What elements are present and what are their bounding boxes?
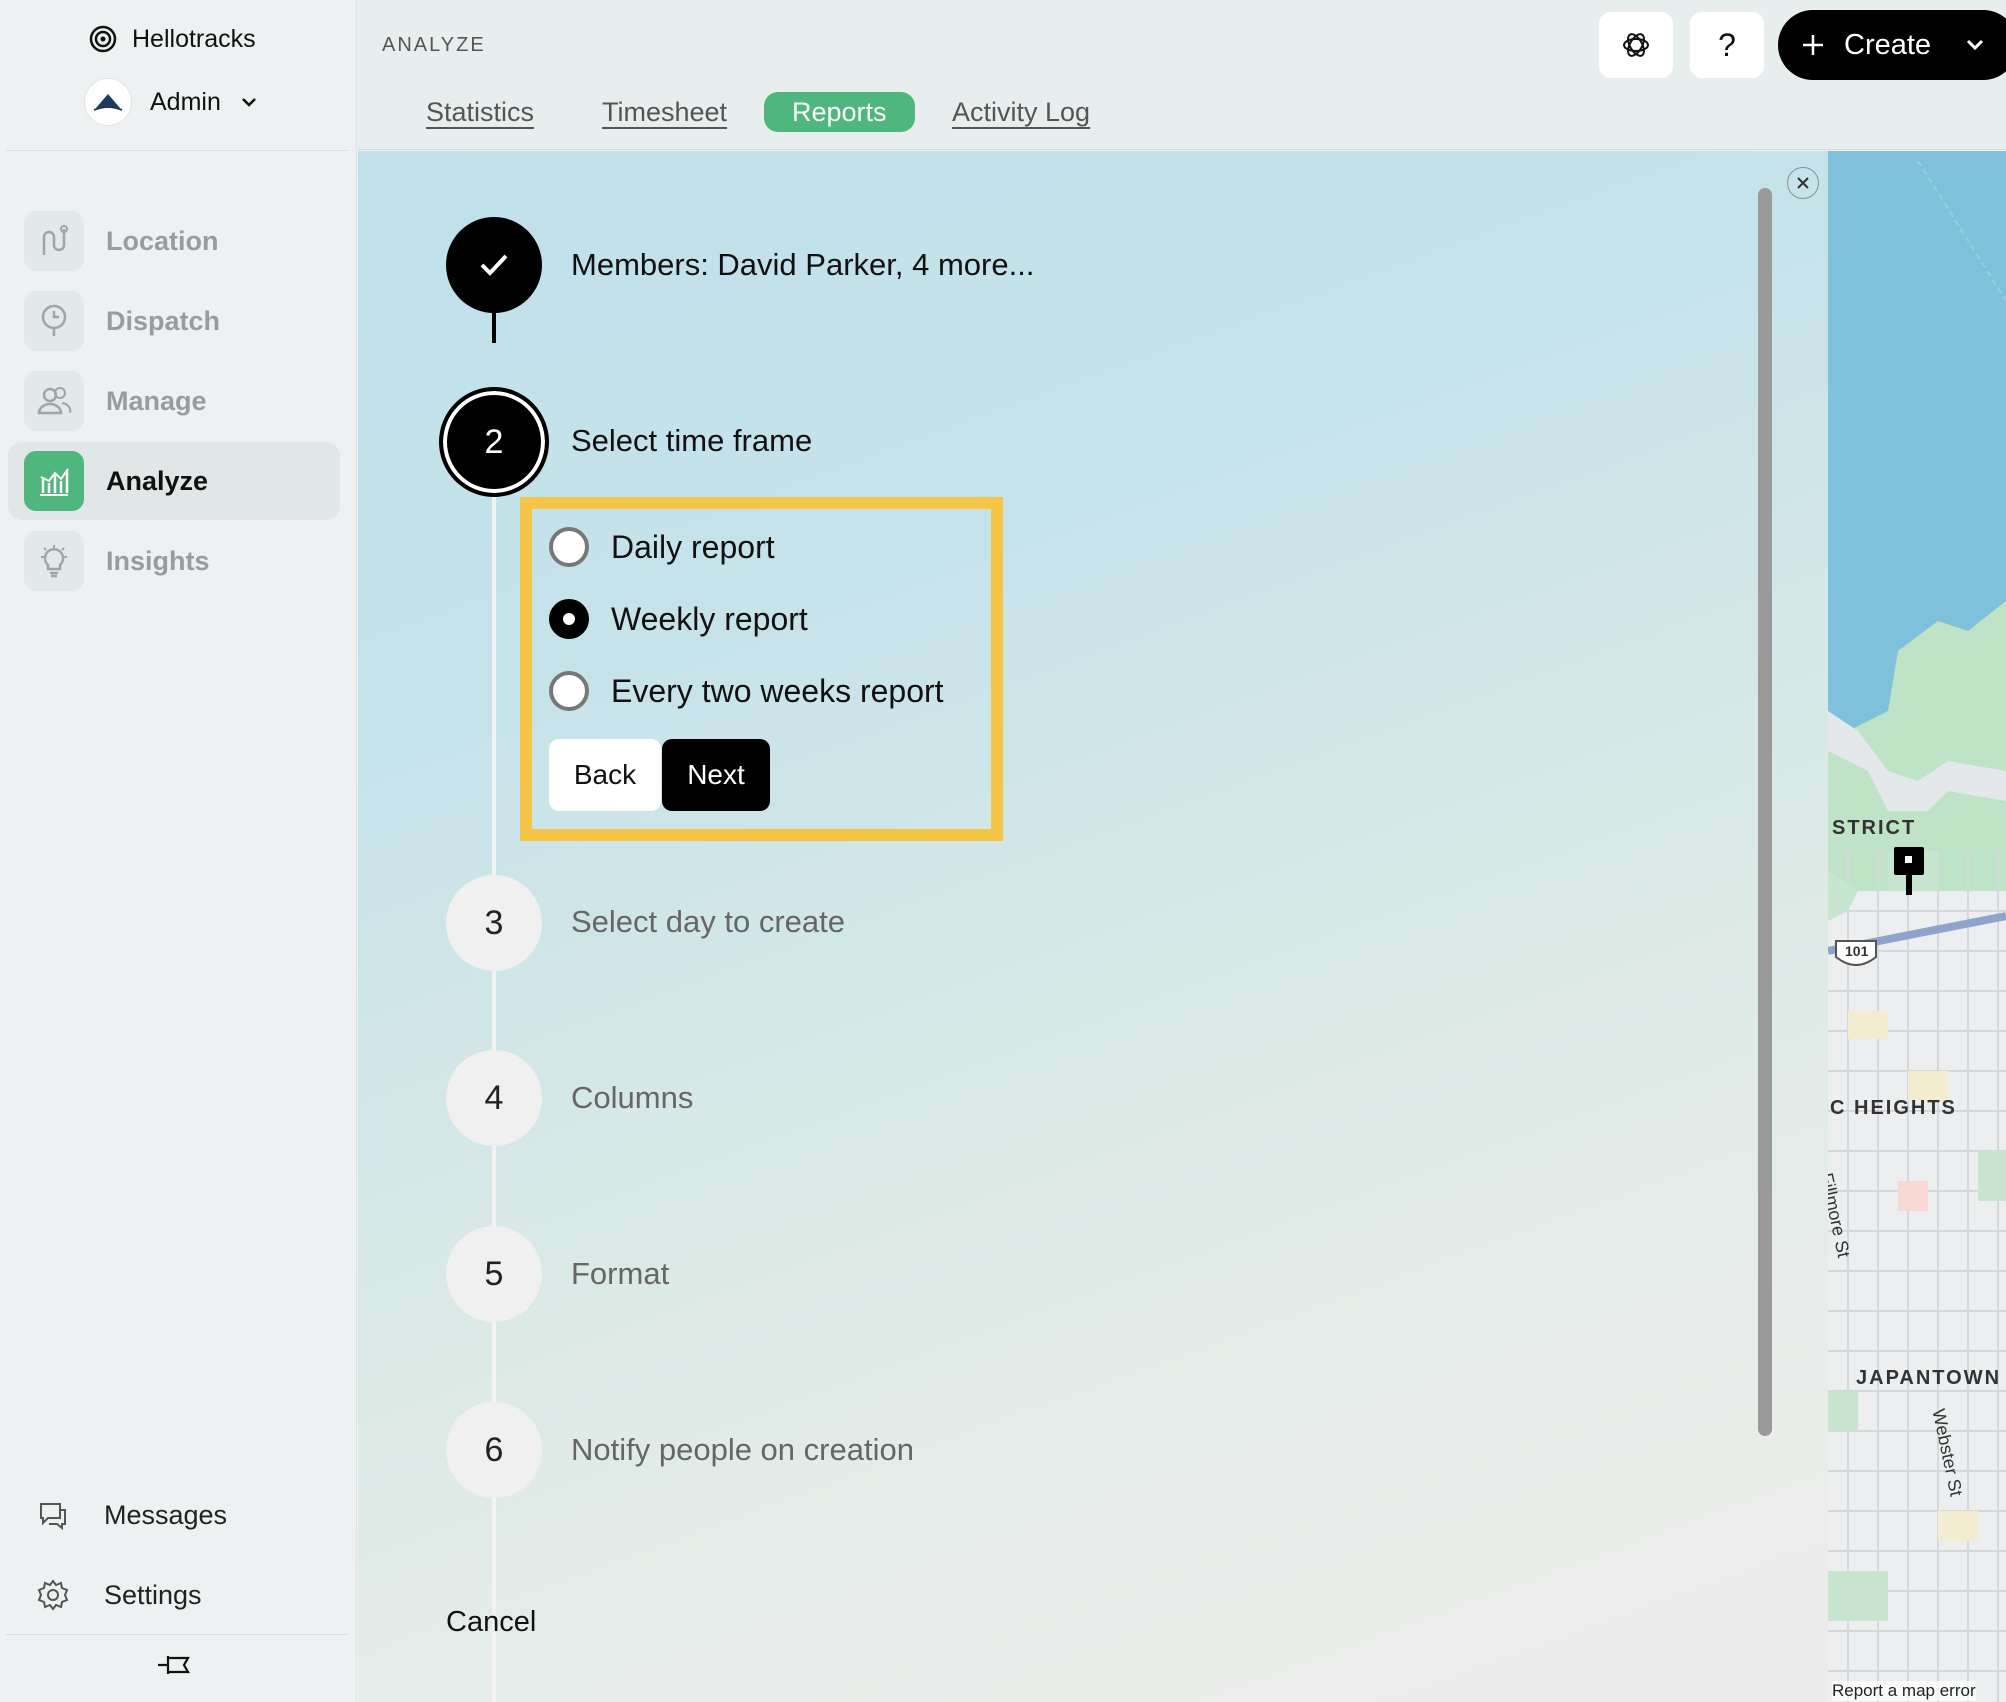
chevron-down-icon[interactable] <box>1963 33 1987 57</box>
step-6-title: Notify people on creation <box>571 1432 914 1467</box>
step-3-badge: 3 <box>446 875 542 971</box>
radio-biweekly[interactable] <box>549 671 589 711</box>
help-label: ? <box>1718 26 1736 63</box>
step-4-badge: 4 <box>446 1050 542 1146</box>
messages-label: Messages <box>104 1499 228 1530</box>
hellotracks-logo-icon <box>89 25 117 53</box>
close-icon <box>1797 177 1809 189</box>
avatar <box>84 78 132 126</box>
next-button[interactable]: Next <box>662 739 770 811</box>
map-view[interactable]: STRICT C HEIGHTS Fillmore St JAPANTOWN W… <box>1828 151 2006 1702</box>
sidebar: Hellotracks Admin Location Dispatch Mana… <box>0 0 357 1702</box>
divider <box>6 150 348 151</box>
back-button[interactable]: Back <box>549 739 661 811</box>
step-2-badge: 2 <box>439 387 549 497</box>
gear-icon <box>37 1579 69 1611</box>
map-label: STRICT <box>1832 817 1917 839</box>
settings-link[interactable]: Settings <box>36 1573 202 1617</box>
option-label: Daily report <box>611 528 775 565</box>
bayview-logo-icon <box>93 94 123 111</box>
ai-assistant-button[interactable] <box>1599 12 1673 78</box>
option-daily-report[interactable]: Daily report <box>549 525 775 569</box>
radio-daily[interactable] <box>549 527 589 567</box>
ai-knot-icon <box>1623 33 1649 57</box>
users-icon <box>24 371 84 431</box>
tab-timesheet[interactable]: Timesheet <box>602 92 727 132</box>
nav-item-location[interactable]: Location <box>8 202 340 280</box>
step-2-title: Select time frame <box>571 423 813 458</box>
nav-item-analyze[interactable]: Analyze <box>8 442 340 520</box>
plus-icon <box>1803 35 1823 55</box>
route-icon <box>24 211 84 271</box>
chat-icon <box>40 1503 66 1531</box>
dispatch-icon <box>24 291 84 351</box>
create-button[interactable]: Create <box>1778 10 2006 80</box>
chevron-down-icon <box>241 98 256 107</box>
account-switcher[interactable]: Admin <box>84 76 259 128</box>
nav-item-manage[interactable]: Manage <box>8 362 340 440</box>
cancel-button[interactable]: Cancel <box>446 1606 536 1639</box>
close-panel-button[interactable] <box>1787 167 1819 199</box>
nav-label: Insights <box>106 545 210 576</box>
option-label: Weekly report <box>611 600 808 637</box>
option-weekly-report[interactable]: Weekly report <box>549 597 808 641</box>
lightbulb-icon <box>24 531 84 591</box>
tab-reports[interactable]: Reports <box>764 92 915 132</box>
messages-link[interactable]: Messages <box>36 1493 227 1537</box>
brand-name: Hellotracks <box>132 24 256 53</box>
step-1-complete-badge <box>446 217 542 313</box>
step-5-badge: 5 <box>446 1226 542 1322</box>
map-label: JAPANTOWN <box>1856 1367 2002 1389</box>
nav-label: Manage <box>106 385 207 416</box>
scrollbar[interactable] <box>1758 188 1772 1436</box>
nav-item-insights[interactable]: Insights <box>8 522 340 600</box>
report-map-error-link[interactable]: Report a map error <box>1832 1681 1976 1701</box>
step-5-title: Format <box>571 1256 670 1291</box>
time-frame-options: Daily report Weekly report Every two wee… <box>520 497 1003 841</box>
option-biweekly-report[interactable]: Every two weeks report <box>549 669 944 713</box>
map-label: C HEIGHTS <box>1830 1097 1957 1119</box>
tab-statistics[interactable]: Statistics <box>426 92 534 132</box>
option-label: Every two weeks report <box>611 672 944 709</box>
step-1-title[interactable]: Members: David Parker, 4 more... <box>571 247 1034 283</box>
nav-item-dispatch[interactable]: Dispatch <box>8 282 340 360</box>
brand[interactable]: Hellotracks <box>88 22 256 56</box>
step-6-badge: 6 <box>446 1402 542 1498</box>
help-button[interactable]: ? <box>1690 12 1764 78</box>
divider <box>6 1634 348 1635</box>
create-label: Create <box>1844 28 1932 61</box>
chart-icon <box>24 451 84 511</box>
step-3-title: Select day to create <box>571 904 845 939</box>
nav-label: Analyze <box>106 465 209 496</box>
radio-weekly[interactable] <box>549 599 589 639</box>
nav-label: Location <box>106 225 219 256</box>
step-4-title: Columns <box>571 1080 694 1115</box>
map-canvas <box>1828 151 2006 1702</box>
account-name: Admin <box>150 87 221 116</box>
highway-shield: 101 <box>1845 943 1869 959</box>
pin-sidebar-icon[interactable] <box>154 1648 194 1682</box>
report-wizard-panel: Members: David Parker, 4 more... 2 Selec… <box>358 151 1828 1702</box>
tab-activity-log[interactable]: Activity Log <box>952 92 1090 132</box>
nav-label: Dispatch <box>106 305 221 336</box>
settings-label: Settings <box>104 1579 202 1610</box>
section-label: ANALYZE <box>382 34 486 56</box>
checkmark-icon <box>480 254 508 276</box>
